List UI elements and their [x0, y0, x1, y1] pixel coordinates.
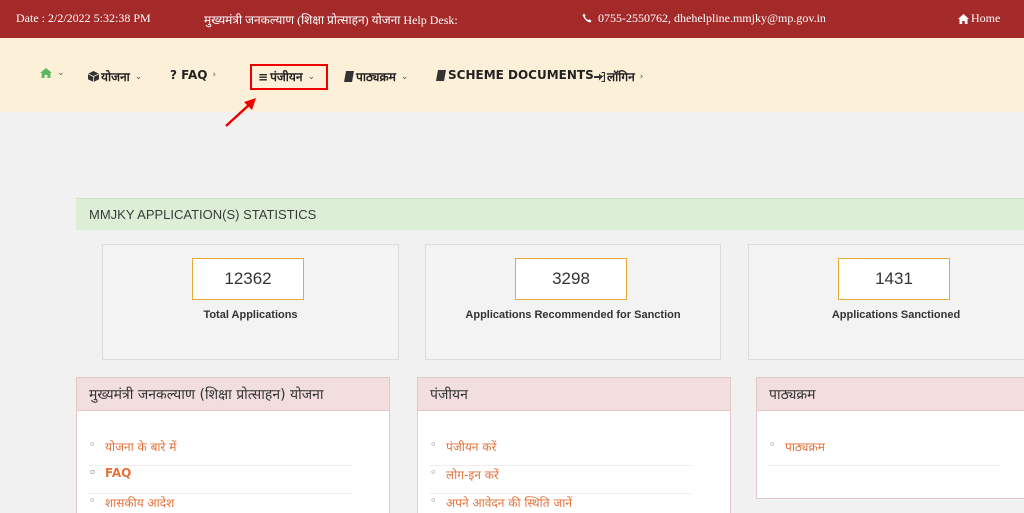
home-link[interactable]: Home	[958, 11, 1000, 26]
date-time: Date : 2/2/2022 5:32:38 PM	[16, 11, 151, 25]
nav-pathyakram[interactable]: पाठ्यक्रम ⌄	[344, 68, 408, 85]
panel-pathyakram: पाठ्यक्रम पाठ्यक्रम	[756, 377, 1024, 499]
nav-login[interactable]: लॉगिन ›	[594, 68, 643, 85]
contact-info: 0755-2550762, dhehelpline.mmjky@mp.gov.i…	[582, 11, 826, 26]
home-icon	[958, 13, 969, 24]
list-item-login[interactable]: लोग-इन करें	[430, 466, 692, 494]
chevron-down-icon: ⌄	[400, 71, 409, 82]
phone-icon	[582, 13, 592, 23]
nav-scheme-documents-label: SCHEME DOCUMENTS	[448, 68, 594, 82]
panel-yojana: मुख्यमंत्री जनकल्याण (शिक्षा प्रोत्साहन)…	[76, 377, 390, 513]
stat-label: Applications Recommended for Sanction	[465, 309, 681, 321]
list-item-pathyakram[interactable]: पाठ्यक्रम	[769, 438, 999, 466]
stat-value: 12362	[192, 258, 304, 300]
nav-yojana[interactable]: योजना ⌄	[88, 68, 142, 85]
pointer-arrow-icon	[225, 98, 256, 127]
stat-card-recommended: 3298 Applications Recommended for Sancti…	[425, 244, 721, 360]
stats-header: MMJKY APPLICATION(S) STATISTICS	[76, 198, 1024, 230]
nav-login-label: लॉगिन	[607, 70, 635, 84]
nav-faq-label: ? FAQ	[170, 68, 208, 82]
stat-value: 1431	[838, 258, 950, 300]
stat-label: Applications Sanctioned	[831, 309, 961, 321]
chevron-down-icon: ⌄	[134, 71, 143, 82]
home-label: Home	[971, 11, 1001, 25]
list-item-govt-orders[interactable]: शासकीय आदेश	[89, 494, 351, 513]
panel-link-list: योजना के बारे में FAQ शासकीय आदेश	[89, 438, 351, 513]
chevron-down-icon: ⌄	[57, 68, 65, 78]
nav-home[interactable]: ⌄	[40, 68, 65, 78]
nav-yojana-label: योजना	[101, 70, 130, 84]
main-nav: ⌄ योजना ⌄ ? FAQ › ≡ पंजीयन ⌄ पाठ्यक्रम ⌄…	[0, 38, 1024, 127]
nav-faq[interactable]: ? FAQ ›	[170, 68, 216, 82]
list-item-application-status[interactable]: अपने आवेदन की स्थिति जानें	[430, 494, 692, 513]
home-icon	[40, 68, 52, 78]
list-item-about[interactable]: योजना के बारे में	[89, 438, 351, 466]
panel-link-list: पंजीयन करें लोग-इन करें अपने आवेदन की स्…	[430, 438, 692, 513]
list-item-faq[interactable]: FAQ	[89, 466, 351, 494]
stat-card-total: 12362 Total Applications	[102, 244, 399, 360]
chevron-right-icon: ›	[212, 70, 217, 80]
help-desk-title: मुख्यमंत्री जनकल्याण (शिक्षा प्रोत्साहन)…	[204, 13, 458, 27]
panel-title: पाठ्यक्रम	[757, 378, 1024, 411]
stat-value: 3298	[515, 258, 627, 300]
highlight-box	[250, 64, 328, 90]
book-icon	[436, 69, 446, 81]
contact-text: 0755-2550762, dhehelpline.mmjky@mp.gov.i…	[598, 11, 826, 25]
nav-pathyakram-label: पाठ्यक्रम	[356, 70, 396, 84]
panel-title: मुख्यमंत्री जनकल्याण (शिक्षा प्रोत्साहन)…	[77, 378, 389, 411]
panel-panjiyan: पंजीयन पंजीयन करें लोग-इन करें अपने आवेद…	[417, 377, 731, 513]
sign-in-icon	[594, 71, 605, 82]
book-icon	[344, 71, 354, 82]
cube-icon	[88, 71, 99, 82]
top-bar: Date : 2/2/2022 5:32:38 PM मुख्यमंत्री ज…	[0, 0, 1024, 38]
panel-link-list: पाठ्यक्रम	[769, 438, 999, 466]
nav-scheme-documents[interactable]: SCHEME DOCUMENTS ⌄	[436, 68, 606, 82]
chevron-right-icon: ›	[639, 71, 644, 82]
list-item-register[interactable]: पंजीयन करें	[430, 438, 692, 466]
panel-title: पंजीयन	[418, 378, 730, 411]
stat-label: Total Applications	[203, 309, 298, 321]
stat-card-sanctioned: 1431 Applications Sanctioned	[748, 244, 1024, 360]
